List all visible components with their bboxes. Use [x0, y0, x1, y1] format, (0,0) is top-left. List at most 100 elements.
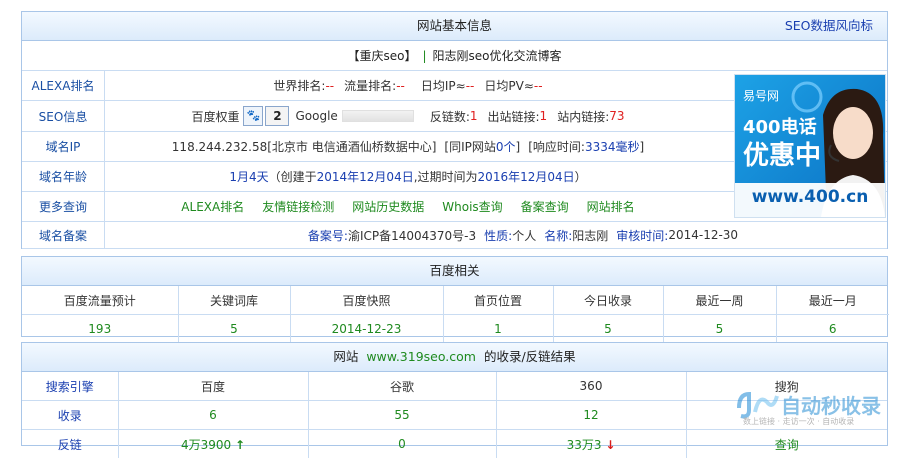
baidu-today-value[interactable]: 5	[553, 315, 663, 344]
daily-pv-label: 日均PV≈	[484, 77, 534, 94]
baidu-weight-label: 百度权重	[191, 108, 239, 125]
baidu-weight-value[interactable]: 2	[265, 106, 289, 126]
baidu-col-keywords: 关键词库	[178, 286, 290, 315]
world-rank-value: --	[325, 79, 334, 93]
world-rank-label: 世界排名:	[273, 77, 325, 94]
age-suffix: ）	[575, 168, 587, 185]
ad-url: www.400.cn	[735, 187, 885, 207]
alexa-label: ALEXA排名	[22, 71, 105, 100]
baidu-table: 百度流量预计 关键词库 百度快照 首页位置 今日收录 最近一周 最近一月 193…	[22, 286, 889, 343]
expire-date: 2016年12月04日	[478, 168, 575, 185]
backlinks-value[interactable]: 1	[470, 109, 478, 123]
baidu-header: 百度相关	[22, 257, 887, 286]
google-pr-bar	[342, 110, 414, 122]
index-col-sogou: 搜狗	[686, 372, 887, 401]
indexed-sogou-value[interactable]	[686, 401, 887, 430]
same-ip-count[interactable]: 0个	[496, 138, 516, 155]
indexed-baidu-value[interactable]: 6	[118, 401, 308, 430]
audit-time-value: 2014-12-30	[668, 228, 738, 242]
site-description: 阳志刚seo优化交流博客	[433, 47, 562, 64]
google-label: Google	[295, 109, 337, 123]
indexed-google-value[interactable]: 55	[308, 401, 496, 430]
beian-number-label: 备案号:	[308, 227, 348, 244]
domain-age-label: 域名年龄	[22, 162, 105, 191]
index-col-360: 360	[496, 372, 686, 401]
index-row-backlinks: 反链 4万3900 ↑ 0 33万3 ↓ 查询	[22, 430, 887, 458]
created-prefix: （创建于	[269, 168, 317, 185]
query-link-beian[interactable]: 备案查询	[521, 198, 569, 215]
backlinks-360-cell: 33万3 ↓	[496, 430, 686, 458]
baidu-col-month: 最近一月	[776, 286, 889, 315]
index-col-baidu: 百度	[118, 372, 308, 401]
baidu-col-traffic: 百度流量预计	[22, 286, 178, 315]
audit-time-label: 审核时间:	[616, 227, 668, 244]
baidu-col-home-pos: 首页位置	[443, 286, 553, 315]
ip-location: [北京市 电信通酒仙桥数据中心]	[267, 138, 436, 155]
query-link-friend-links[interactable]: 友情链接检测	[262, 198, 334, 215]
site-name: 【重庆seo】	[347, 47, 416, 64]
baidu-keywords-value[interactable]: 5	[178, 315, 290, 344]
nature-label: 性质:	[484, 227, 512, 244]
ad-banner[interactable]: 易号网 400电话 优惠中 www.400.cn	[734, 74, 886, 218]
index-header: 网站 www.319seo.com 的收录/反链结果	[22, 343, 887, 372]
beian-number-value: 渝ICP备14004370号-3	[348, 227, 476, 244]
inlinks-value[interactable]: 73	[609, 109, 624, 123]
baidu-col-snapshot: 百度快照	[290, 286, 443, 315]
beian-label: 域名备案	[22, 222, 105, 248]
response-time-prefix: [响应时间:	[528, 138, 585, 155]
seo-trend-link[interactable]: SEO数据风向标	[785, 12, 873, 39]
expire-prefix: ,过期时间为	[414, 168, 478, 185]
baidu-home-pos-value: 1	[443, 315, 553, 344]
backlinks-baidu-value[interactable]: 4万3900	[181, 438, 231, 452]
baidu-title: 百度相关	[429, 263, 479, 278]
index-table: 搜索引擎 百度 谷歌 360 搜狗 收录 6 55 12 反链 4万3900 ↑…	[22, 372, 887, 458]
traffic-rank-value: --	[396, 79, 405, 93]
site-info-panel: 网站基本信息 SEO数据风向标 【重庆seo】 | 阳志刚seo优化交流博客 A…	[21, 11, 888, 249]
nature-value: 个人	[512, 227, 536, 244]
index-row-backlinks-label: 反链	[22, 430, 118, 458]
outlinks-label: 出站链接:	[488, 108, 540, 125]
query-link-whois[interactable]: Whois查询	[442, 198, 502, 215]
traffic-rank-label: 流量排名:	[344, 77, 396, 94]
index-panel: 网站 www.319seo.com 的收录/反链结果 搜索引擎 百度 谷歌 36…	[21, 342, 888, 446]
baidu-month-value[interactable]: 6	[776, 315, 889, 344]
seo-info-label: SEO信息	[22, 101, 105, 131]
baidu-week-value[interactable]: 5	[663, 315, 776, 344]
paw-icon: 🐾	[243, 106, 263, 126]
query-link-site-rank[interactable]: 网站排名	[587, 198, 635, 215]
backlinks-360-value[interactable]: 33万3	[567, 438, 602, 452]
index-title-suffix: 的收录/反链结果	[484, 349, 576, 364]
baidu-col-week: 最近一周	[663, 286, 776, 315]
inlinks-label: 站内链接:	[557, 108, 609, 125]
created-date: 2014年12月04日	[317, 168, 414, 185]
owner-name-value: 阳志刚	[572, 227, 608, 244]
daily-ip-label: 日均IP≈	[421, 77, 466, 94]
baidu-traffic-value: 193	[22, 315, 178, 344]
backlinks-baidu-cell: 4万3900 ↑	[118, 430, 308, 458]
indexed-360-value[interactable]: 12	[496, 401, 686, 430]
site-info-title: 网站基本信息	[417, 18, 492, 33]
same-ip-prefix: [同IP网站	[444, 138, 495, 155]
baidu-snapshot-value[interactable]: 2014-12-23	[290, 315, 443, 344]
domain-ip-label: 域名IP	[22, 132, 105, 161]
ad-line-2: 优惠中	[743, 135, 821, 172]
site-info-header: 网站基本信息 SEO数据风向标	[22, 12, 887, 41]
baidu-header-row: 百度流量预计 关键词库 百度快照 首页位置 今日收录 最近一周 最近一月	[22, 286, 889, 315]
index-col-engine: 搜索引擎	[22, 372, 118, 401]
query-link-history[interactable]: 网站历史数据	[352, 198, 424, 215]
site-name-row: 【重庆seo】 | 阳志刚seo优化交流博客	[22, 41, 887, 71]
baidu-value-row: 193 5 2014-12-23 1 5 5 6	[22, 315, 889, 344]
same-ip-suffix: ]	[516, 140, 521, 154]
index-row-indexed-label: 收录	[22, 401, 118, 430]
backlinks-sogou-query-link[interactable]: 查询	[686, 430, 887, 458]
outlinks-value[interactable]: 1	[540, 109, 548, 123]
owner-name-label: 名称:	[544, 227, 572, 244]
ip-address: 118.244.232.58	[172, 140, 267, 154]
beian-row: 域名备案 备案号: 渝ICP备14004370号-3 性质: 个人 名称: 阳志…	[22, 222, 887, 249]
trend-up-icon: ↑	[235, 438, 245, 452]
query-link-alexa[interactable]: ALEXA排名	[181, 198, 244, 215]
baidu-col-today: 今日收录	[553, 286, 663, 315]
index-title-site[interactable]: www.319seo.com	[366, 349, 476, 364]
backlinks-google-value[interactable]: 0	[308, 430, 496, 458]
response-time-value: 3334毫秒	[585, 138, 640, 155]
